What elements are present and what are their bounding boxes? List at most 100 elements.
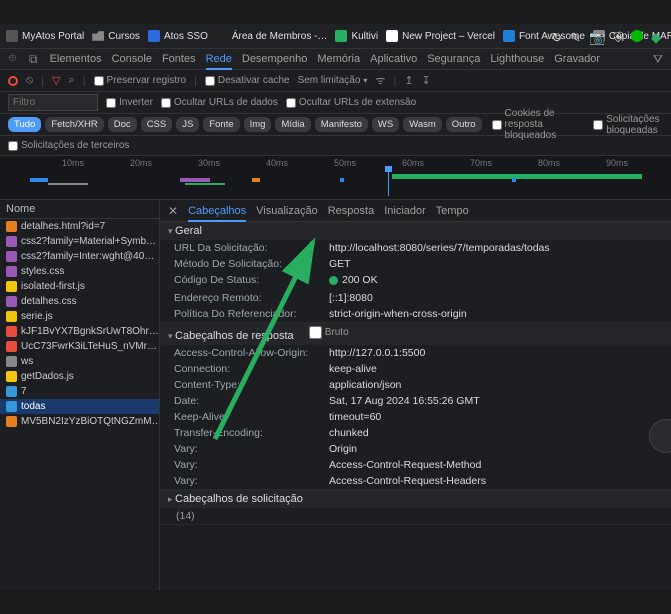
file-type-icon bbox=[6, 326, 17, 337]
type-filter-doc[interactable]: Doc bbox=[108, 117, 137, 132]
wifi-icon[interactable]: ᯤ bbox=[375, 73, 385, 88]
invert-checkbox[interactable]: Inverter bbox=[106, 97, 153, 108]
bookmark-label: Cursos bbox=[108, 31, 140, 42]
type-filter-js[interactable]: JS bbox=[176, 117, 199, 132]
close-details-icon[interactable]: ✕ bbox=[168, 204, 178, 218]
network-timeline[interactable]: 10ms20ms30ms40ms50ms60ms70ms80ms90ms bbox=[0, 156, 671, 200]
type-filter-css[interactable]: CSS bbox=[141, 117, 173, 132]
devtools-tab-fontes[interactable]: Fontes bbox=[162, 50, 196, 68]
overflow-icon[interactable]: ⛛ bbox=[653, 52, 663, 67]
detail-tab-cabeçalhos[interactable]: Cabeçalhos bbox=[188, 202, 246, 222]
camera-icon[interactable]: 📷 bbox=[589, 30, 605, 46]
request-row[interactable]: css2?family=Inter:wght@40… bbox=[0, 249, 159, 264]
filter-toggle-icon[interactable]: ▽ bbox=[52, 74, 60, 87]
search-icon[interactable]: ⌕ bbox=[69, 74, 75, 87]
type-filter-manifesto[interactable]: Manifesto bbox=[315, 117, 368, 132]
profile-icon[interactable]: ◆ bbox=[651, 30, 661, 46]
bookmark-item[interactable]: Kultivi bbox=[335, 30, 378, 42]
type-filter-fonte[interactable]: Fonte bbox=[203, 117, 239, 132]
detail-tab-iniciador[interactable]: Iniciador bbox=[384, 202, 426, 220]
bookmark-label: Atos SSO bbox=[164, 31, 208, 42]
request-name: styles.css bbox=[21, 266, 64, 277]
section-general: Geral URL Da Solicitação:http://localhos… bbox=[160, 222, 671, 323]
devtools-tab-segurança[interactable]: Segurança bbox=[427, 50, 480, 68]
record-icon[interactable] bbox=[8, 76, 18, 86]
blocked-req-checkbox[interactable]: Solicitações bloqueadas bbox=[593, 114, 663, 136]
edit-icon[interactable]: ✎ bbox=[570, 30, 581, 46]
type-filter-outro[interactable]: Outro bbox=[446, 117, 482, 132]
bookmark-item[interactable]: New Project – Vercel bbox=[386, 30, 495, 42]
type-filter-fetch/xhr[interactable]: Fetch/XHR bbox=[45, 117, 103, 132]
devtools-tab-console[interactable]: Console bbox=[112, 50, 152, 68]
timeline-tick: 40ms bbox=[266, 158, 288, 168]
file-type-icon bbox=[6, 371, 17, 382]
timeline-playhead[interactable] bbox=[388, 170, 389, 196]
request-row[interactable]: css2?family=Material+Symb… bbox=[0, 234, 159, 249]
devtools-tab-desempenho[interactable]: Desempenho bbox=[242, 50, 307, 68]
favicon bbox=[92, 30, 104, 42]
preserve-log-checkbox[interactable]: Preservar registro bbox=[94, 75, 186, 86]
type-filter-wasm[interactable]: Wasm bbox=[403, 117, 442, 132]
section-request-headers-header[interactable]: Cabeçalhos de solicitação bbox=[160, 490, 671, 508]
download-icon[interactable]: ↧ bbox=[422, 74, 431, 87]
request-row[interactable]: serie.js bbox=[0, 309, 159, 324]
status-dot-icon bbox=[631, 30, 643, 42]
type-filter-img[interactable]: Img bbox=[244, 117, 272, 132]
blocked-cookies-checkbox[interactable]: Cookies de resposta bloqueados bbox=[492, 108, 584, 141]
type-filter-mídia[interactable]: Mídia bbox=[275, 117, 310, 132]
header-row: Keep-Alive:timeout=60 bbox=[160, 409, 671, 425]
request-row[interactable]: 7 bbox=[0, 384, 159, 399]
type-filter-tudo[interactable]: Tudo bbox=[8, 117, 41, 132]
shield-icon[interactable]: ⛨ bbox=[613, 30, 623, 46]
filter-input[interactable] bbox=[8, 94, 98, 111]
request-row[interactable]: styles.css bbox=[0, 264, 159, 279]
file-type-icon bbox=[6, 356, 17, 367]
devtools-tab-gravador[interactable]: Gravador bbox=[554, 50, 600, 68]
bookmark-item[interactable]: Cursos bbox=[92, 30, 140, 42]
request-row[interactable]: todas bbox=[0, 399, 159, 414]
device-icon[interactable]: ⧉ bbox=[29, 52, 38, 67]
upload-icon[interactable]: ↥ bbox=[404, 74, 413, 87]
type-filter-ws[interactable]: WS bbox=[372, 117, 399, 132]
reload-icon[interactable]: ↻ bbox=[551, 30, 562, 46]
section-response-headers-header[interactable]: Cabeçalhos de resposta Bruto bbox=[160, 323, 671, 345]
hide-ext-urls-checkbox[interactable]: Ocultar URLs de extensão bbox=[286, 97, 416, 108]
request-row[interactable]: kJF1BvYX7BgnkSrUwT8Ohr… bbox=[0, 324, 159, 339]
favicon bbox=[6, 30, 18, 42]
request-name: css2?family=Material+Symb… bbox=[21, 236, 156, 247]
header-row: Vary:Access-Control-Request-Method bbox=[160, 457, 671, 473]
devtools-tab-aplicativo[interactable]: Aplicativo bbox=[370, 50, 417, 68]
devtools-tab-elementos[interactable]: Elementos bbox=[50, 50, 102, 68]
inspect-icon[interactable]: ⯐ bbox=[8, 49, 17, 70]
bookmark-label: MyAtos Portal bbox=[22, 31, 84, 42]
section-general-header[interactable]: Geral bbox=[160, 222, 671, 240]
header-key: Código De Status: bbox=[174, 274, 329, 288]
header-key: Date: bbox=[174, 395, 329, 407]
request-row[interactable]: MV5BN2IzYzBiOTQtNGZmM… bbox=[0, 414, 159, 429]
raw-toggle[interactable]: Bruto bbox=[309, 326, 349, 339]
request-row[interactable]: isolated-first.js bbox=[0, 279, 159, 294]
throttle-select[interactable]: Sem limitação ▾ bbox=[298, 75, 368, 86]
header-row: Transfer-Encoding:chunked bbox=[160, 425, 671, 441]
favicon bbox=[148, 30, 160, 42]
detail-tab-visualização[interactable]: Visualização bbox=[256, 202, 318, 220]
third-party-checkbox[interactable]: Solicitações de terceiros bbox=[8, 140, 129, 151]
devtools-tab-memória[interactable]: Memória bbox=[317, 50, 360, 68]
request-row[interactable]: detalhes.css bbox=[0, 294, 159, 309]
devtools-tab-rede[interactable]: Rede bbox=[206, 50, 232, 70]
request-row[interactable]: ws bbox=[0, 354, 159, 369]
bookmark-item[interactable]: MyAtos Portal bbox=[6, 30, 84, 42]
request-row[interactable]: detalhes.html?id=7 bbox=[0, 219, 159, 234]
request-row[interactable]: getDados.js bbox=[0, 369, 159, 384]
request-row[interactable]: UcC73FwrK3iLTeHuS_nVMr… bbox=[0, 339, 159, 354]
bookmark-item[interactable]: Área de Membros -… bbox=[216, 30, 328, 42]
bookmark-item[interactable]: Atos SSO bbox=[148, 30, 208, 42]
disable-cache-checkbox[interactable]: Desativar cache bbox=[205, 75, 290, 86]
header-value: application/json bbox=[329, 379, 401, 391]
detail-tab-tempo[interactable]: Tempo bbox=[436, 202, 469, 220]
hide-data-urls-checkbox[interactable]: Ocultar URLs de dados bbox=[161, 97, 278, 108]
devtools-tab-lighthouse[interactable]: Lighthouse bbox=[490, 50, 544, 68]
detail-tab-resposta[interactable]: Resposta bbox=[328, 202, 374, 220]
clear-icon[interactable]: ⦸ bbox=[26, 74, 33, 87]
request-name: ws bbox=[21, 356, 33, 367]
